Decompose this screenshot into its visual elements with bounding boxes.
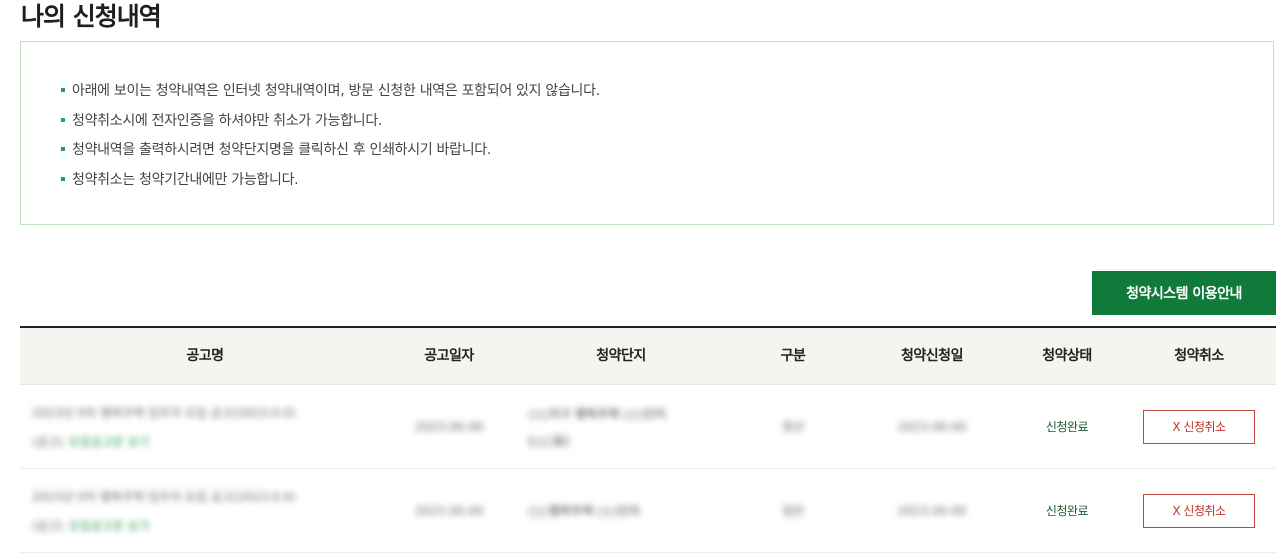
type-cell: 청년 <box>734 385 852 468</box>
notice-item: 청약취소는 청약기간내에만 가능합니다. <box>61 167 600 197</box>
apply-date-cell: 2023.00.00 <box>852 385 1012 468</box>
notice-box: 아래에 보이는 청약내역은 인터넷 청약내역이며, 방문 신청한 내역은 포함되… <box>20 41 1274 225</box>
notice-item: 아래에 보이는 청약내역은 인터넷 청약내역이며, 방문 신청한 내역은 포함되… <box>61 78 600 108</box>
notice-name-text-2: (공고) <box>32 518 64 533</box>
cancel-cell: X 신청취소 <box>1122 385 1276 468</box>
header-cancel: 청약취소 <box>1174 348 1224 364</box>
table-row: 2023년 0차 행복주택 입주자 모집 공고(2023.0.0) (공고) 모… <box>20 469 1276 553</box>
apply-date: 2023.00.00 <box>897 419 967 434</box>
cancel-application-button[interactable]: X 신청취소 <box>1143 409 1255 444</box>
header-notice-name: 공고명 <box>186 348 224 364</box>
header-status: 청약상태 <box>1042 348 1092 364</box>
notice-name-second-line: (공고) 모집공고문 보기 <box>32 431 296 450</box>
system-guide-button[interactable]: 청약시스템 이용안내 <box>1092 271 1276 315</box>
bullet-icon <box>61 117 65 122</box>
type-value: 청년 <box>781 420 805 434</box>
notice-date-cell: 2023.00.00 <box>390 385 508 468</box>
notice-text: 청약취소시에 전자인증을 하셔야만 취소가 가능합니다. <box>72 112 383 129</box>
type-value: 일반 <box>781 504 805 518</box>
table-row: 2023년 0차 행복주택 입주자 모집 공고(2023.0.0) (공고) 모… <box>20 385 1276 469</box>
bullet-icon <box>61 176 65 181</box>
header-apply-date: 청약신청일 <box>901 348 963 364</box>
status-badge: 신청완료 <box>1045 420 1089 434</box>
notice-name-text: 2023년 0차 행복주택 입주자 모집 공고(2023.0.0) <box>32 489 296 504</box>
complex-cell[interactable]: ○○지구 행복주택 ○○단지 (○○동) <box>528 385 734 468</box>
bullet-icon <box>61 88 65 92</box>
notice-name-text-2: (공고) <box>32 434 64 449</box>
notice-name-cell: 2023년 0차 행복주택 입주자 모집 공고(2023.0.0) (공고) 모… <box>32 385 382 468</box>
header-complex: 청약단지 <box>596 348 646 364</box>
complex-name-link[interactable]: ○○행복주택 ○○단지 <box>528 502 640 519</box>
notice-doc-link[interactable]: 모집공고문 보기 <box>69 435 150 449</box>
notice-text: 청약내역을 출력하시려면 청약단지명을 클릭하신 후 인쇄하시기 바랍니다. <box>72 142 492 158</box>
notice-text: 아래에 보이는 청약내역은 인터넷 청약내역이며, 방문 신청한 내역은 포함되… <box>72 83 600 99</box>
type-cell: 일반 <box>734 469 852 552</box>
complex-name-link-2[interactable]: (○○동) <box>528 432 666 449</box>
notice-text: 청약취소는 청약기간내에만 가능합니다. <box>72 171 299 188</box>
notice-doc-link[interactable]: 모집공고문 보기 <box>69 519 150 533</box>
notice-name-text: 2023년 0차 행복주택 입주자 모집 공고(2023.0.0) <box>32 405 296 420</box>
complex-name-link[interactable]: ○○지구 행복주택 ○○단지 <box>528 405 666 422</box>
cancel-cell: X 신청취소 <box>1122 469 1276 552</box>
status-cell: 신청완료 <box>1012 469 1122 552</box>
notice-item: 청약내역을 출력하시려면 청약단지명을 클릭하신 후 인쇄하시기 바랍니다. <box>61 137 600 167</box>
status-cell: 신청완료 <box>1012 385 1122 468</box>
notice-item: 청약취소시에 전자인증을 하셔야만 취소가 가능합니다. <box>61 108 600 138</box>
notice-date: 2023.00.00 <box>414 503 484 518</box>
application-table: 공고명 공고일자 청약단지 구분 청약신청일 청약상태 청약취소 2023년 0… <box>20 326 1276 553</box>
header-type: 구분 <box>780 348 806 364</box>
notice-name-second-line: (공고) 모집공고문 보기 <box>32 515 296 534</box>
notice-date-cell: 2023.00.00 <box>390 469 508 552</box>
table-header: 공고명 공고일자 청약단지 구분 청약신청일 청약상태 청약취소 <box>20 328 1276 385</box>
page-title: 나의 신청내역 <box>21 2 162 31</box>
notice-list: 아래에 보이는 청약내역은 인터넷 청약내역이며, 방문 신청한 내역은 포함되… <box>61 78 600 196</box>
notice-date: 2023.00.00 <box>414 419 484 434</box>
apply-date: 2023.00.00 <box>897 503 967 518</box>
complex-cell[interactable]: ○○행복주택 ○○단지 <box>528 469 734 552</box>
cancel-application-button[interactable]: X 신청취소 <box>1143 493 1255 528</box>
bullet-icon <box>61 147 65 151</box>
notice-name-cell: 2023년 0차 행복주택 입주자 모집 공고(2023.0.0) (공고) 모… <box>32 469 382 552</box>
status-badge: 신청완료 <box>1045 504 1089 518</box>
apply-date-cell: 2023.00.00 <box>852 469 1012 552</box>
header-notice-date: 공고일자 <box>424 348 474 364</box>
